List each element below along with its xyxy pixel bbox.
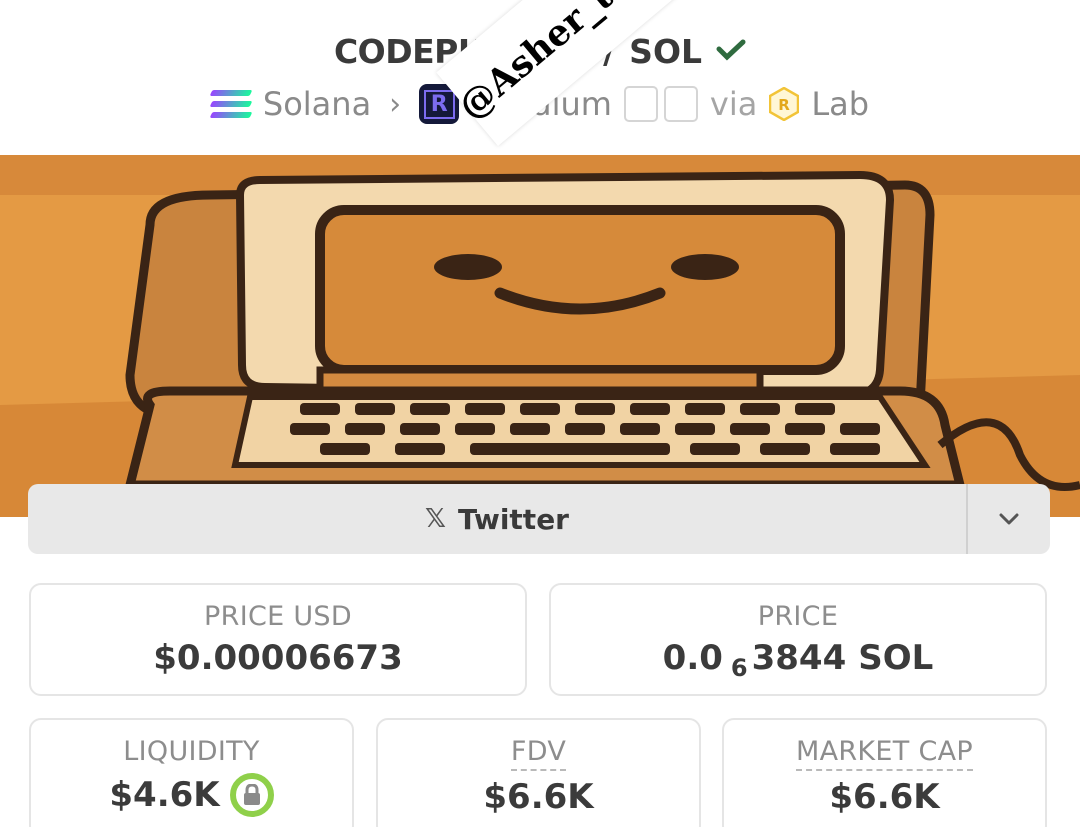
chevron-right-icon: › [389,86,402,122]
check-icon [716,39,746,61]
price-usd-value: $0.00006673 [153,638,403,678]
fdv-value: $6.6K [483,777,594,817]
via-label: via [709,85,758,123]
lab-logo-icon: R [769,87,800,121]
liquidity-value-wrap: $4.6K [109,773,274,817]
market-cap-value: $6.6K [829,777,940,817]
market-cap-card: MARKET CAP $6.6K [722,718,1047,827]
price-native-label: PRICE [757,601,839,632]
twitter-label: Twitter [457,502,569,536]
quote-token-name: SOL [629,31,703,71]
external-link-icon[interactable] [623,86,658,122]
price-usd-card: PRICE USD $0.00006673 [29,583,527,696]
price-native-prefix: 0.0 [662,638,723,678]
chevron-down-icon [999,513,1019,525]
price-usd-label: PRICE USD [204,601,352,632]
price-native-digits: 3844 [751,638,847,678]
fdv-card: FDV $6.6K [376,718,701,827]
price-native-value: 0.0 6 3844 SOL [662,638,934,682]
price-native-unit: SOL [858,638,934,678]
fdv-label[interactable]: FDV [510,736,567,771]
liquidity-label: LIQUIDITY [123,736,260,767]
token-banner-image [0,155,1080,517]
liquidity-card: LIQUIDITY $4.6K [29,718,354,827]
more-links-dropdown[interactable] [966,484,1050,554]
price-native-card: PRICE 0.0 6 3844 SOL [549,583,1047,696]
twitter-button[interactable]: 𝕏 Twitter [28,484,966,554]
social-links-bar: 𝕏 Twitter [28,484,1050,554]
lock-icon[interactable] [229,773,274,817]
market-cap-label[interactable]: MARKET CAP [796,736,973,771]
liquidity-value: $4.6K [109,775,220,815]
price-native-zero-count: 6 [730,654,748,682]
x-logo-icon: 𝕏 [424,504,446,534]
solana-logo-icon [209,87,253,121]
svg-text:R: R [779,96,791,114]
launchpad-link[interactable]: Lab [811,85,869,123]
computer-illustration [0,155,1080,517]
chain-link[interactable]: Solana [263,85,371,123]
external-link-icon-2[interactable] [663,86,698,122]
